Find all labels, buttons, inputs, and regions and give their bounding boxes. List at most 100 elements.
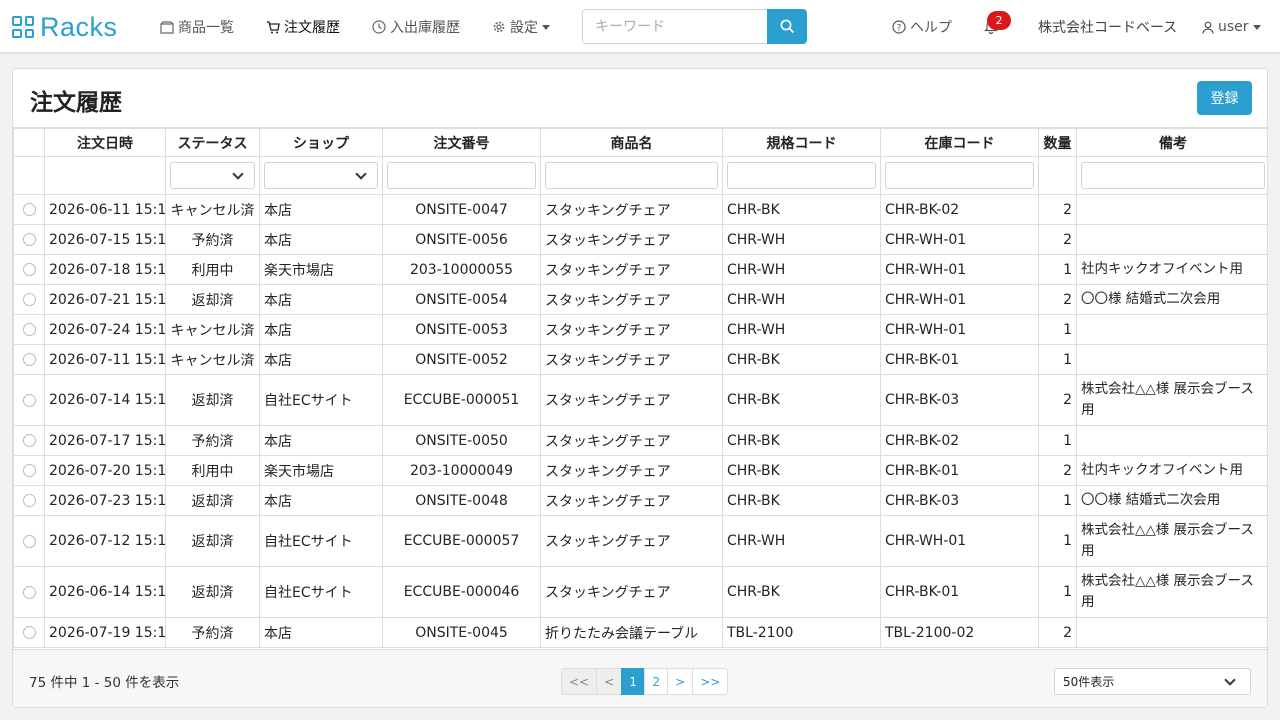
- pager-first[interactable]: <<: [561, 668, 598, 695]
- column-header-order-no[interactable]: 注文番号: [382, 128, 541, 157]
- spec-code-filter-input[interactable]: [727, 162, 876, 189]
- table-row[interactable]: 2026-07-21 15:17 返却済 本店 ONSITE-0054 スタッキングチェ…: [13, 284, 1267, 315]
- search-input[interactable]: [582, 9, 768, 44]
- row-select-radio[interactable]: [22, 293, 36, 306]
- cell-qty: 2: [1038, 455, 1077, 486]
- column-header-qty[interactable]: 数量: [1038, 128, 1077, 157]
- orders-table-container[interactable]: 注文日時 ステータス ショップ 注文番号 商品名 規格コード 在庫コード 数量 …: [13, 127, 1267, 649]
- cell-order-no: ONSITE-0050: [382, 425, 541, 456]
- table-row[interactable]: 2026-07-11 15:17 キャンセル済 本店 ONSITE-0052 スタッキン…: [13, 344, 1267, 375]
- product-filter-input[interactable]: [545, 162, 718, 189]
- cell-note: [1076, 344, 1267, 375]
- stock-code-filter-input[interactable]: [885, 162, 1034, 189]
- column-header-spec-code[interactable]: 規格コード: [722, 128, 881, 157]
- column-header-product[interactable]: 商品名: [540, 128, 723, 157]
- caret-down-icon: [1252, 24, 1261, 30]
- nav-item-label: 設定: [510, 20, 538, 36]
- pager-next[interactable]: >: [667, 668, 694, 695]
- nav-item-settings[interactable]: 設定: [492, 16, 550, 38]
- cell-order-no: 203-10000049: [382, 455, 541, 486]
- row-select-radio[interactable]: [22, 494, 36, 507]
- cell-stock-code: CHR-BK-01: [880, 566, 1039, 618]
- cell-shop: 自社ECサイト: [259, 566, 383, 618]
- cell-spec-code: CHR-WH: [722, 254, 881, 285]
- cell-note: [1076, 194, 1267, 225]
- table-row[interactable]: 2026-07-15 15:17 予約済 本店 ONSITE-0056 スタッキングチェ…: [13, 224, 1267, 255]
- row-select-radio[interactable]: [22, 464, 36, 477]
- question-circle-icon: ?: [892, 20, 906, 34]
- cell-order-no: ONSITE-0052: [382, 344, 541, 375]
- cell-status: 返却済: [165, 566, 260, 618]
- cell-product: スタッキングチェア: [540, 455, 723, 486]
- table-row[interactable]: 2026-06-14 15:17 返却済 自社ECサイト ECCUBE-000046 ス…: [13, 566, 1267, 618]
- row-select-radio[interactable]: [22, 263, 36, 276]
- pager-last[interactable]: >>: [692, 668, 729, 695]
- row-select-radio[interactable]: [22, 393, 36, 407]
- cell-stock-code: CHR-BK-03: [880, 485, 1039, 516]
- table-row[interactable]: 2026-07-12 15:17 返却済 自社ECサイト ECCUBE-000057 ス…: [13, 515, 1267, 567]
- column-header-stock-code[interactable]: 在庫コード: [880, 128, 1039, 157]
- pager-page-2[interactable]: 2: [644, 668, 669, 695]
- cell-note: [1076, 425, 1267, 456]
- pager-prev[interactable]: <: [596, 668, 623, 695]
- row-select-radio[interactable]: [22, 353, 36, 366]
- column-header-shop[interactable]: ショップ: [259, 128, 383, 157]
- cell-note: 株式会社△△様 展示会ブース用: [1076, 374, 1267, 426]
- row-select-radio[interactable]: [22, 534, 36, 548]
- cell-qty: 1: [1038, 566, 1077, 618]
- row-select-radio[interactable]: [22, 233, 36, 246]
- column-header-date[interactable]: 注文日時: [44, 128, 166, 157]
- cell-stock-code: CHR-BK-01: [880, 455, 1039, 486]
- help-link[interactable]: ? ヘルプ: [892, 16, 952, 38]
- chevron-down-icon: [232, 168, 244, 180]
- nav-item-products[interactable]: 商品一覧: [160, 16, 234, 38]
- cell-spec-code: CHR-BK: [722, 485, 881, 516]
- cell-product: スタッキングチェア: [540, 344, 723, 375]
- status-filter-select[interactable]: [170, 162, 255, 189]
- register-button[interactable]: 登録: [1197, 81, 1252, 115]
- table-row[interactable]: 2026-07-20 15:17 利用中 楽天市場店 203-10000049 スタッキ…: [13, 455, 1267, 486]
- grid-logo-icon: [12, 16, 34, 38]
- table-row[interactable]: 2026-07-23 15:17 返却済 本店 ONSITE-0048 スタッキングチェ…: [13, 485, 1267, 516]
- cell-shop: 本店: [259, 224, 383, 255]
- cell-note: 〇〇様 結婚式二次会用: [1076, 284, 1267, 315]
- shop-filter-select[interactable]: [264, 162, 378, 189]
- table-footer: 75 件中 1 - 50 件を表示 << < 1 2 > >> 50件表示: [13, 649, 1267, 707]
- order-no-filter-input[interactable]: [387, 162, 536, 189]
- column-header-status[interactable]: ステータス: [165, 128, 260, 157]
- table-row[interactable]: 2026-06-11 15:17 キャンセル済 本店 ONSITE-0047 スタッキン…: [13, 194, 1267, 225]
- cell-shop: 本店: [259, 314, 383, 345]
- table-row[interactable]: 2026-07-17 15:17 予約済 本店 ONSITE-0050 スタッキングチェ…: [13, 425, 1267, 456]
- brand-logo[interactable]: Racks: [12, 11, 118, 43]
- table-row[interactable]: 2026-07-19 15:17 予約済 本店 ONSITE-0045 折りたたみ会議テ…: [13, 617, 1267, 648]
- user-menu[interactable]: user: [1202, 16, 1261, 38]
- cell-qty: 1: [1038, 314, 1077, 345]
- record-count: 75 件中 1 - 50 件を表示: [29, 675, 180, 691]
- row-select-radio[interactable]: [22, 203, 36, 216]
- filter-row: [13, 156, 1267, 195]
- row-select-radio[interactable]: [22, 585, 36, 599]
- search-button[interactable]: [767, 9, 807, 44]
- nav-item-orders[interactable]: 注文履歴: [266, 16, 340, 38]
- row-select-radio[interactable]: [22, 434, 36, 447]
- table-row[interactable]: 2026-07-24 15:17 キャンセル済 本店 ONSITE-0053 スタッキン…: [13, 314, 1267, 345]
- table-row[interactable]: 2026-07-14 15:17 返却済 自社ECサイト ECCUBE-000051 ス…: [13, 374, 1267, 426]
- cell-note: 社内キックオフイベント用: [1076, 254, 1267, 285]
- cell-note: [1076, 617, 1267, 648]
- note-filter-input[interactable]: [1081, 162, 1265, 189]
- table-row[interactable]: 2026-07-18 15:17 利用中 楽天市場店 203-10000055 スタッキ…: [13, 254, 1267, 285]
- search-icon: [780, 19, 794, 34]
- cell-status: 利用中: [165, 254, 260, 285]
- row-select-radio[interactable]: [22, 323, 36, 336]
- cell-stock-code: TBL-2100-02: [880, 617, 1039, 648]
- cell-order-no: ONSITE-0056: [382, 224, 541, 255]
- cell-status: 返却済: [165, 515, 260, 567]
- row-select-radio[interactable]: [22, 626, 36, 639]
- per-page-select[interactable]: 50件表示: [1054, 668, 1251, 695]
- pager-page-1[interactable]: 1: [621, 668, 646, 695]
- cell-product: スタッキングチェア: [540, 374, 723, 426]
- column-header-note[interactable]: 備考: [1076, 128, 1267, 157]
- cell-status: 返却済: [165, 374, 260, 426]
- nav-item-stock-history[interactable]: 入出庫履歴: [372, 16, 460, 38]
- cell-status: 返却済: [165, 284, 260, 315]
